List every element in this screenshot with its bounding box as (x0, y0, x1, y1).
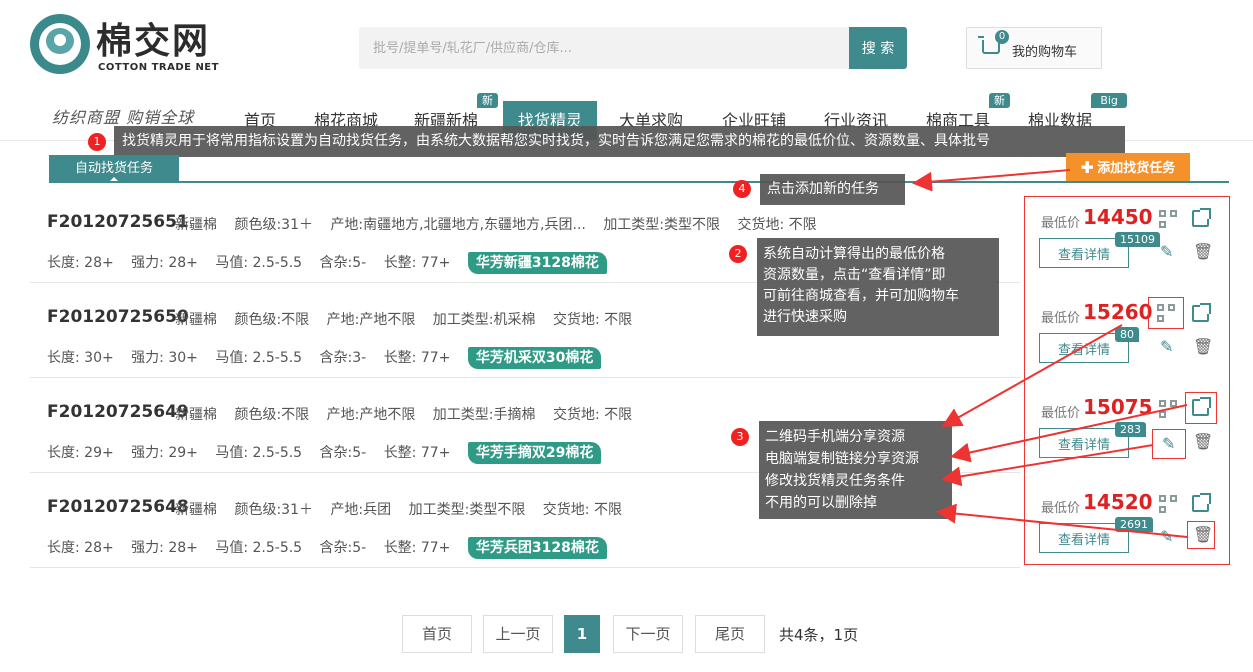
arrow-qrcode (941, 324, 1123, 427)
arrow-share (950, 404, 1188, 463)
annotation-arrows (912, 169, 1188, 538)
page-last[interactable]: 尾页 (695, 615, 765, 653)
arrow-delete (936, 503, 1188, 538)
page-next[interactable]: 下一页 (613, 615, 683, 653)
page-total: 共4条，1页 (779, 626, 859, 644)
arrow-add-task (912, 169, 1071, 192)
page-current[interactable]: 1 (564, 615, 600, 653)
arrow-edit (941, 444, 1154, 487)
page-first[interactable]: 首页 (402, 615, 472, 653)
page-prev[interactable]: 上一页 (483, 615, 553, 653)
